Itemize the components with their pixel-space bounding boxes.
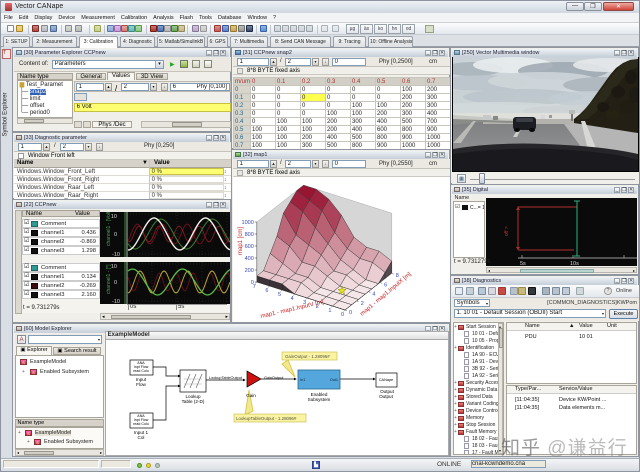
svg-text:CANape: CANape	[379, 378, 393, 382]
svg-text:0: 0	[114, 232, 117, 238]
svg-text:channel1 - [*]: channel1 - [*]	[106, 264, 112, 294]
svg-text:GainOutput - 1.28096#: GainOutput - 1.28096#	[285, 354, 330, 359]
svg-text:2: 2	[361, 301, 364, 307]
svg-text:channel1 - [Volt]: channel1 - [Volt]	[106, 212, 112, 246]
svg-text:Out1: Out1	[330, 378, 338, 382]
svg-text:0: 0	[349, 310, 352, 316]
svg-text:8: 8	[396, 273, 399, 279]
svg-text:GainOutput: GainOutput	[264, 376, 284, 380]
svg-text:4: 4	[291, 296, 294, 302]
svg-text:600: 600	[245, 244, 254, 250]
svg-text:Flow: Flow	[136, 382, 146, 387]
svg-text:read Colu: read Colu	[133, 422, 149, 426]
svg-text:off >: off >	[504, 226, 510, 236]
svg-text:5s: 5s	[520, 261, 526, 266]
svg-text:1: 1	[328, 308, 331, 314]
svg-text:6: 6	[265, 288, 268, 294]
svg-text:6: 6	[384, 282, 387, 288]
svg-text:-10: -10	[112, 252, 120, 257]
svg-text:400: 400	[245, 256, 254, 262]
svg-text:LookupTableOutput: LookupTableOutput	[209, 376, 243, 380]
svg-text:7: 7	[253, 284, 256, 290]
svg-text:Output: Output	[379, 394, 394, 399]
svg-text:In1: In1	[300, 378, 305, 382]
svg-text:5: 5	[278, 292, 281, 298]
svg-text:200: 200	[245, 268, 254, 274]
svg-text:LookupTableOutput - 1.28096#: LookupTableOutput - 1.28096#	[236, 416, 297, 421]
svg-text:Gain: Gain	[246, 393, 256, 398]
svg-text:10s: 10s	[570, 261, 579, 266]
svg-text:read Colu: read Colu	[133, 369, 149, 373]
svg-text:4: 4	[372, 292, 375, 298]
svg-text:0: 0	[114, 280, 117, 286]
svg-text:800: 800	[245, 232, 254, 238]
svg-text:Subsystem: Subsystem	[308, 397, 331, 402]
svg-text:1000: 1000	[242, 220, 254, 226]
svg-text:Table (2-D): Table (2-D)	[182, 399, 205, 404]
svg-text:Col: Col	[138, 435, 145, 440]
svg-text:map1 [cm]: map1 [cm]	[238, 227, 244, 255]
svg-text:0: 0	[341, 312, 344, 318]
